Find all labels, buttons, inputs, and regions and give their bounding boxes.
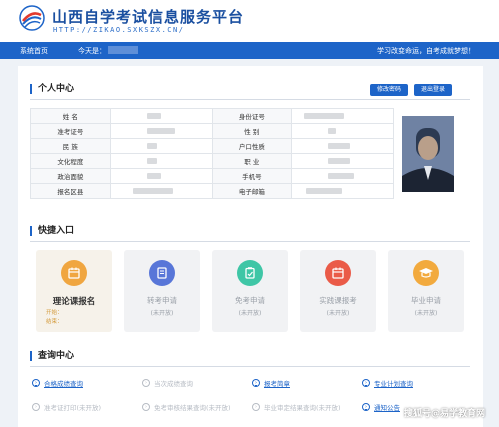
card-graduation-application[interactable]: 毕业申请 (未开放) xyxy=(388,250,464,332)
calendar-icon xyxy=(61,260,87,286)
site-url[interactable]: HTTP://ZIKAO.SXKSZX.CN/ xyxy=(53,26,184,34)
today-date-redacted xyxy=(108,46,138,54)
query-link-exam-brochure[interactable]: › 报考简章 xyxy=(252,378,290,388)
main-panel: 个人中心 修改密码 退出登录 姓 名 身份证号 准考证号 性 别 民 族 户口性… xyxy=(18,66,483,427)
field-value-redacted xyxy=(109,138,213,154)
end-time-label: 结束： xyxy=(46,319,63,325)
chevron-right-icon: › xyxy=(362,403,370,411)
clipboard-icon xyxy=(237,260,263,286)
card-status: (未开放) xyxy=(326,310,350,317)
query-row: › 合格成绩查询 › 当次成绩查询 › 报考简章 › 专业计划查询 xyxy=(32,378,472,390)
chevron-right-icon: › xyxy=(32,379,40,387)
divider xyxy=(30,241,470,242)
query-link-graduation-result[interactable]: › 毕业审定结果查询(未开放) xyxy=(252,402,341,412)
card-label: 转考申请 xyxy=(147,296,177,305)
field-value-redacted xyxy=(291,123,394,139)
field-value-redacted xyxy=(291,183,394,199)
card-label: 理论课报名 xyxy=(52,297,96,307)
field-value-redacted xyxy=(291,153,394,169)
query-link-qualified-scores[interactable]: › 合格成绩查询 xyxy=(32,378,83,388)
query-link-admission-ticket[interactable]: › 准考证打印(未开放) xyxy=(32,402,101,412)
field-label: 姓 名 xyxy=(30,108,111,124)
field-value-redacted xyxy=(109,183,213,199)
card-transfer-application[interactable]: 转考申请 (未开放) xyxy=(124,250,200,332)
field-value-redacted xyxy=(291,108,394,124)
profile-photo xyxy=(402,116,454,192)
query-link-major-plan[interactable]: › 专业计划查询 xyxy=(362,378,413,388)
today-label: 今天是： xyxy=(78,47,106,55)
query-link-current-scores[interactable]: › 当次成绩查询 xyxy=(142,378,193,388)
chevron-right-icon: › xyxy=(252,379,260,387)
site-title: 山西自学考试信息服务平台 xyxy=(52,8,245,26)
chevron-right-icon: › xyxy=(362,379,370,387)
section-title-query: 查询中心 xyxy=(30,351,74,361)
card-status: (未开放) xyxy=(150,310,174,317)
query-link-announcements[interactable]: › 通知公告 xyxy=(362,402,400,412)
edit-password-button[interactable]: 修改密码 xyxy=(370,84,408,96)
table-row: 姓 名 身份证号 xyxy=(30,108,394,124)
card-label: 毕业申请 xyxy=(411,296,441,305)
personal-info-table: 姓 名 身份证号 准考证号 性 别 民 族 户口性质 文化程度 职 业 政治面貌 xyxy=(30,108,394,199)
chevron-right-icon: › xyxy=(252,403,260,411)
divider xyxy=(30,99,470,100)
card-practice-registration[interactable]: 实践课报考 (未开放) xyxy=(300,250,376,332)
field-label: 电子邮箱 xyxy=(211,183,293,199)
section-title-quick: 快捷入口 xyxy=(30,226,74,236)
logo-icon xyxy=(19,5,45,31)
field-value-redacted xyxy=(109,168,213,184)
nav-home-link[interactable]: 系统首页 xyxy=(20,46,48,56)
section-title-personal: 个人中心 xyxy=(30,84,74,94)
graduation-cap-icon xyxy=(413,260,439,286)
table-row: 报名区县 电子邮箱 xyxy=(30,183,394,199)
top-navbar: 系统首页 今天是： 学习改变命运，自考成就梦想！ xyxy=(0,42,499,59)
card-exemption-application[interactable]: 免考申请 (未开放) xyxy=(212,250,288,332)
table-row: 文化程度 职 业 xyxy=(30,153,394,169)
field-label: 户口性质 xyxy=(211,138,293,154)
field-label: 职 业 xyxy=(211,153,293,169)
field-label: 性 别 xyxy=(211,123,293,139)
chevron-right-icon: › xyxy=(32,403,40,411)
site-header: 山西自学考试信息服务平台 HTTP://ZIKAO.SXKSZX.CN/ xyxy=(0,0,499,42)
table-row: 民 族 户口性质 xyxy=(30,138,394,154)
card-theory-registration[interactable]: 理论课报名 开始： 结束： xyxy=(36,250,112,332)
slogan-text: 学习改变命运，自考成就梦想！ xyxy=(377,47,475,55)
field-label: 政治面貌 xyxy=(30,168,111,184)
field-value-redacted xyxy=(291,138,394,154)
table-row: 政治面貌 手机号 xyxy=(30,168,394,184)
field-label: 报名区县 xyxy=(30,183,111,199)
chevron-right-icon: › xyxy=(142,379,150,387)
watermark-text: 搜狐号@易学教育网 xyxy=(403,409,485,419)
calendar-icon xyxy=(325,260,351,286)
table-row: 准考证号 性 别 xyxy=(30,123,394,139)
start-time-label: 开始： xyxy=(46,310,63,316)
card-status: (未开放) xyxy=(414,310,438,317)
field-label: 身份证号 xyxy=(211,108,293,124)
divider xyxy=(30,366,470,367)
query-link-exemption-result[interactable]: › 免考审核结果查询(未开放) xyxy=(142,402,231,412)
logout-button[interactable]: 退出登录 xyxy=(414,84,452,96)
field-label: 民 族 xyxy=(30,138,111,154)
card-status: (未开放) xyxy=(238,310,262,317)
field-value-redacted xyxy=(109,108,213,124)
field-value-redacted xyxy=(291,168,394,184)
chevron-right-icon: › xyxy=(142,403,150,411)
field-label: 准考证号 xyxy=(30,123,111,139)
field-label: 文化程度 xyxy=(30,153,111,169)
document-icon xyxy=(149,260,175,286)
field-value-redacted xyxy=(109,123,213,139)
field-value-redacted xyxy=(109,153,213,169)
card-label: 实践课报考 xyxy=(319,296,357,305)
field-label: 手机号 xyxy=(211,168,293,184)
card-label: 免考申请 xyxy=(235,296,265,305)
